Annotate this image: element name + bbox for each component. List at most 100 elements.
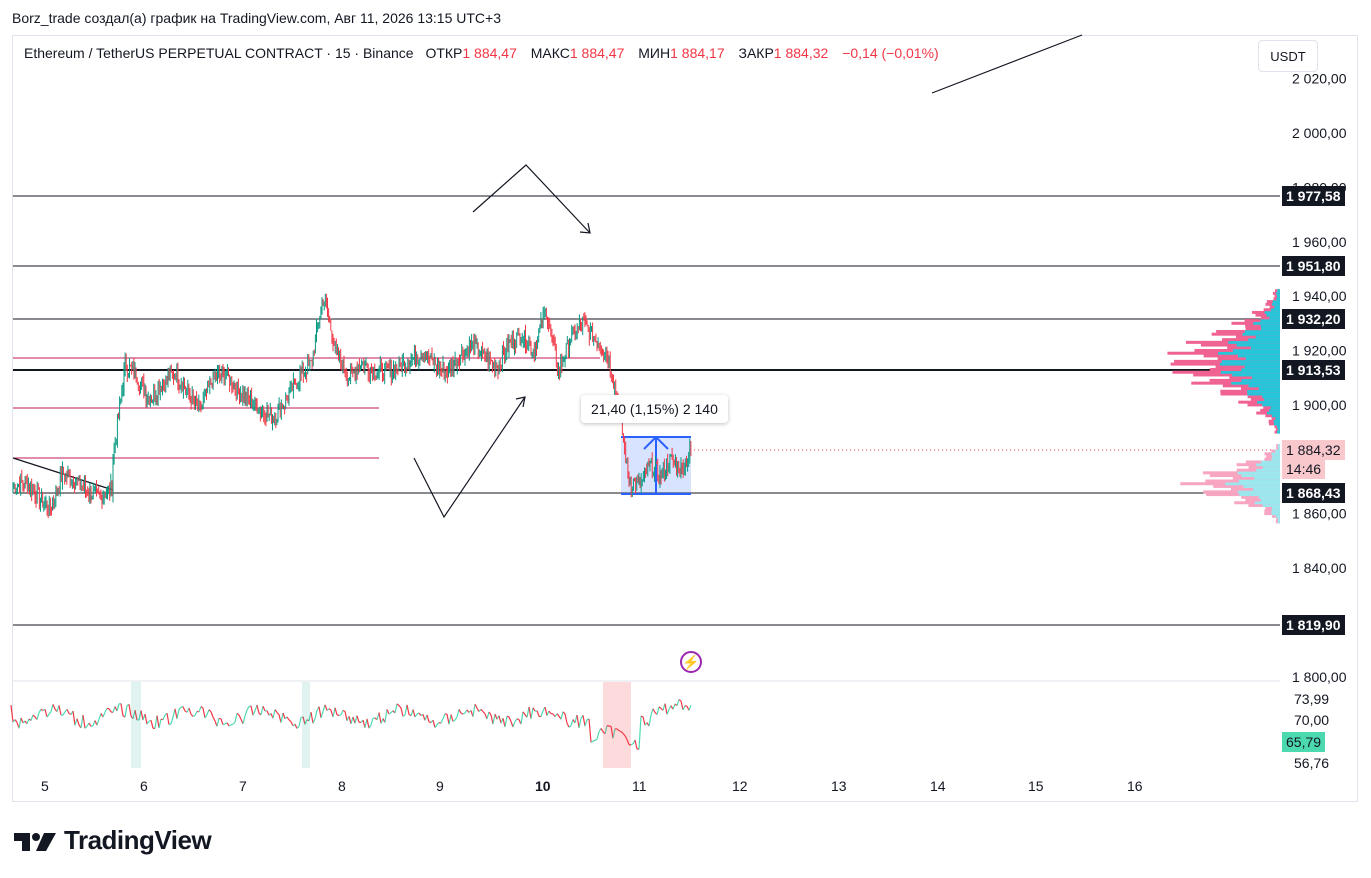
rsi-segment <box>486 711 490 720</box>
vp-row-up <box>1275 514 1280 518</box>
legend-symbol[interactable]: Ethereum / TetherUS PERPETUAL CONTRACT ·… <box>24 45 414 61</box>
rsi-segment <box>566 722 570 728</box>
rsi-segment <box>162 714 166 720</box>
rsi-segment <box>102 711 106 718</box>
vp-row-up <box>1253 487 1280 491</box>
chart-canvas[interactable]: 2 020,002 000,001 980,001 960,001 940,00… <box>0 0 1371 878</box>
legend-open-label: ОТКР <box>425 45 463 61</box>
price-axis-label: 1 920,00 <box>1292 343 1347 359</box>
arrow-peak <box>472 164 591 234</box>
vp-row-up <box>1277 289 1280 293</box>
vp-row-up <box>1228 340 1280 344</box>
rsi-segment <box>190 713 194 717</box>
vp-row-up <box>1266 411 1280 415</box>
currency-button[interactable]: USDT <box>1258 40 1318 72</box>
time-axis-label: 16 <box>1127 778 1143 794</box>
vp-row-up <box>1257 400 1280 404</box>
time-axis: 5 6 7 8 9 10 11 12 13 14 15 16 <box>41 778 1143 794</box>
vp-row-up <box>1253 321 1280 325</box>
rsi-segment <box>294 723 298 729</box>
rsi-segment <box>36 712 40 720</box>
rsi-segment <box>230 723 234 726</box>
price-tag-1951: 1 951,80 <box>1282 256 1345 276</box>
rsi-segment <box>198 706 202 713</box>
rsi-segment <box>220 718 224 725</box>
rsi-segment <box>388 712 392 715</box>
time-axis-label: 7 <box>239 778 247 794</box>
rsi-segment <box>266 710 270 716</box>
vp-row-up <box>1277 446 1280 450</box>
price-axis-label: 1 800,00 <box>1292 669 1347 685</box>
rsi-segment <box>472 704 476 717</box>
rsi-segment <box>664 703 668 715</box>
rsi-segment <box>234 713 238 723</box>
rsi-segment <box>192 714 196 717</box>
rsi-segment <box>140 710 144 721</box>
price-tag-last: 1 884,32 <box>1282 440 1345 460</box>
time-axis-label: 14 <box>930 778 946 794</box>
rsi-segment <box>630 743 634 746</box>
rsi-segment <box>272 709 276 719</box>
rsi-segment <box>328 708 332 711</box>
rsi-segment <box>658 706 662 709</box>
vp-row-up <box>1241 368 1280 372</box>
trendline-top <box>931 34 1083 94</box>
rsi-segment <box>96 718 100 726</box>
rsi-segment <box>448 714 452 725</box>
rsi-segment <box>40 708 44 712</box>
vp-row-up <box>1247 389 1280 393</box>
legend-change: −0,14 (−0,01%) <box>842 45 939 61</box>
vp-row-up <box>1262 395 1280 399</box>
rsi-segment <box>426 714 430 723</box>
vp-row-up <box>1255 335 1280 339</box>
vp-row-up <box>1252 376 1280 380</box>
vp-row-up <box>1277 444 1280 448</box>
vp-row-up <box>1220 370 1280 374</box>
price-axis-label: 1 940,00 <box>1292 288 1347 304</box>
rsi-segment <box>638 716 642 750</box>
rsi-segment <box>242 715 246 724</box>
rsi-segment <box>394 703 398 714</box>
rsi-segment <box>46 713 50 718</box>
rsi-segment <box>326 708 330 711</box>
rsi-segment <box>506 715 510 718</box>
vp-row-up <box>1237 490 1280 494</box>
rsi-segment <box>600 728 604 732</box>
legend-high-value: 1 884,47 <box>569 45 625 61</box>
rsi-segment <box>418 712 422 716</box>
time-axis-label: 13 <box>831 778 847 794</box>
arrow-v <box>413 396 526 519</box>
rsi-segment <box>414 713 418 718</box>
vp-row-up <box>1245 357 1280 361</box>
rsi-segment <box>682 705 686 711</box>
rsi-segment <box>314 710 318 720</box>
rsi-segment <box>296 725 300 729</box>
price-axis-label: 1 960,00 <box>1292 234 1347 250</box>
rsi-segment <box>398 705 402 709</box>
lightning-icon[interactable]: ⚡ <box>680 651 702 673</box>
rsi-segment <box>684 705 688 707</box>
rsi-segment <box>282 712 286 719</box>
vp-row-up <box>1237 471 1280 475</box>
vp-row-up <box>1277 517 1280 521</box>
rsi-segment <box>58 705 62 716</box>
rsi-segment <box>456 709 460 718</box>
vp-row-up <box>1232 349 1280 352</box>
rsi-segment <box>546 710 550 716</box>
rsi-segment <box>344 711 348 721</box>
rsi-axis-label: 70,00 <box>1294 712 1329 728</box>
rsi-segment <box>384 709 388 723</box>
rsi-segment <box>188 707 192 715</box>
rsi-segment <box>200 706 204 709</box>
rsi-segment <box>66 709 70 714</box>
rsi-segment <box>400 707 404 717</box>
rsi-segment <box>228 724 232 727</box>
rsi-segment <box>480 708 484 713</box>
time-axis-label: 5 <box>41 778 49 794</box>
rsi-segment <box>368 724 372 729</box>
rsi-segment <box>174 708 178 719</box>
rsi-segment <box>656 706 660 715</box>
vp-row-up <box>1254 476 1280 480</box>
rsi-segment <box>528 706 532 719</box>
rsi-segment <box>250 705 254 716</box>
